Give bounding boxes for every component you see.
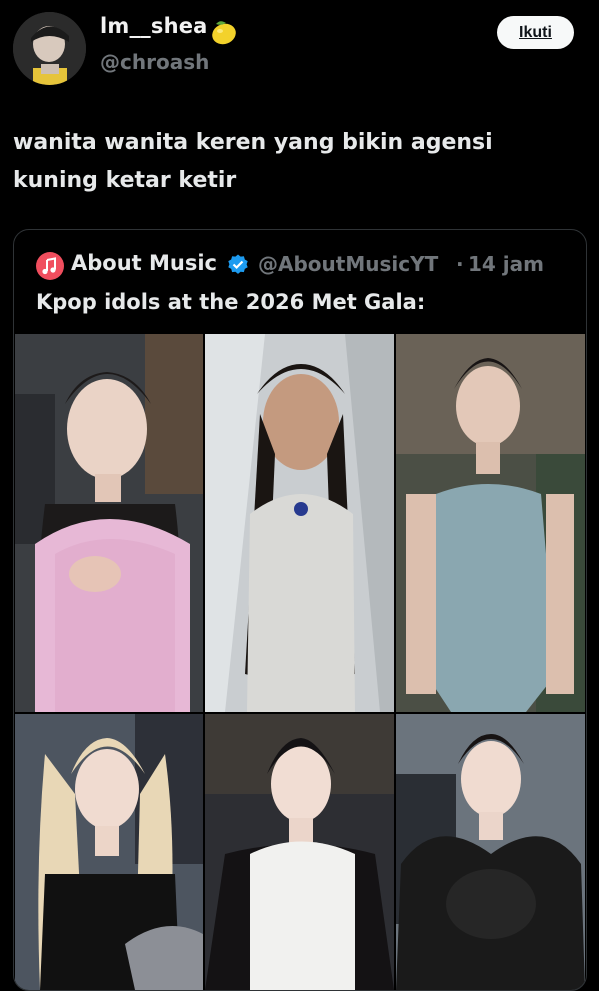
quoted-text: Kpop idols at the 2026 Met Gala: (36, 290, 426, 314)
author-name[interactable]: lm__shea (100, 14, 208, 38)
verified-badge-icon (228, 254, 248, 274)
photo-grid (15, 334, 585, 990)
photo-3[interactable] (396, 334, 585, 712)
author-avatar[interactable] (13, 12, 86, 85)
quoted-author-handle[interactable]: @AboutMusicYT (258, 252, 438, 276)
author-handle[interactable]: @chroash (100, 50, 209, 74)
photo-1[interactable] (15, 334, 203, 712)
lemon-icon (212, 21, 236, 45)
photo-6[interactable] (396, 714, 585, 990)
photo-5[interactable] (205, 714, 394, 990)
music-note-icon (36, 252, 64, 280)
tweet-text: wanita wanita keren yang bikin agensi ku… (13, 130, 493, 193)
quoted-tweet[interactable]: About Music @AboutMusicYT · 14 jam Kpop … (13, 229, 587, 991)
time-separator: · (456, 252, 464, 276)
follow-button[interactable]: Ikuti (497, 16, 574, 49)
photo-4[interactable] (15, 714, 203, 990)
quoted-author-name[interactable]: About Music (71, 251, 217, 275)
quoted-timestamp[interactable]: 14 jam (468, 252, 544, 276)
photo-2[interactable] (205, 334, 394, 712)
